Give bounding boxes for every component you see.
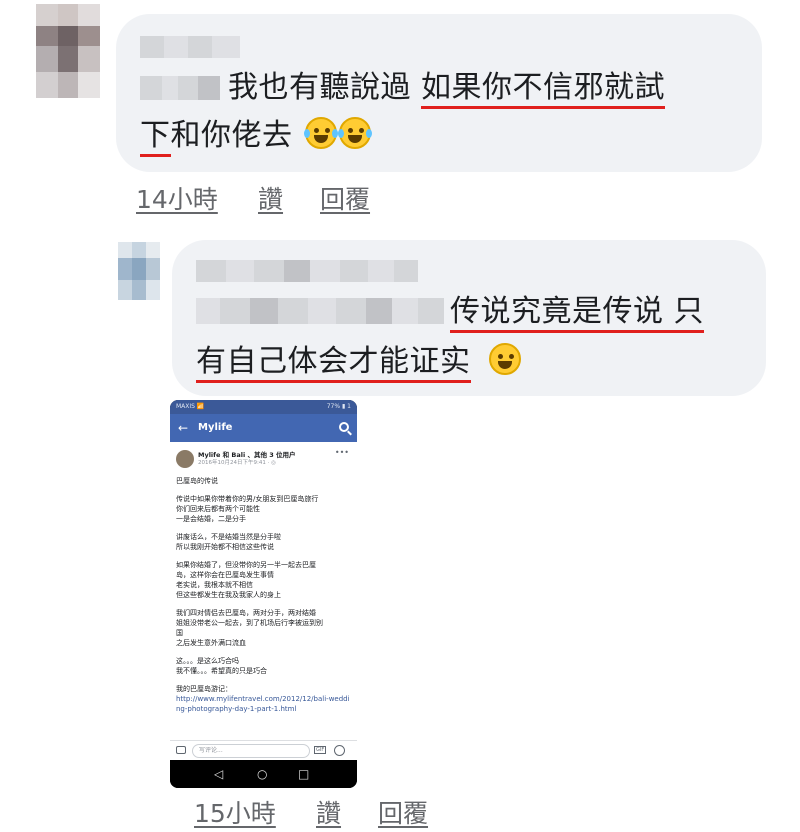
- comment2-text-underlined-1: 传说究竟是传说 只: [450, 294, 705, 333]
- phone-nav-bar: ◁ ○ □: [170, 760, 357, 788]
- post-paragraph: 这。。。是这么巧合吗 我不懂。。。希望真的只是巧合: [176, 657, 267, 675]
- comment1-text-underlined-2: 下: [140, 118, 171, 157]
- nav-home-icon: ○: [257, 767, 268, 781]
- phone-comment-input: 写评论...: [192, 744, 310, 758]
- comment1-text-underlined-1: 如果你不信邪就試: [421, 70, 666, 109]
- post-timestamp: 2016年10月24日下午9:41 · ◎: [198, 460, 276, 466]
- comment1-actions: 14小時 讚 回覆: [136, 180, 436, 214]
- camera-icon: [176, 746, 186, 754]
- phone-comment-bar: 写评论... GIF: [170, 740, 357, 760]
- commenter-avatar-2[interactable]: [118, 242, 160, 300]
- grin-emoji: [488, 343, 521, 375]
- post-paragraph: 我们四对情侣去巴厘岛，两对分手，两对结婚 姐姐没带老公一起去，到了机场后行李被运…: [176, 609, 323, 647]
- comment1-redacted-prefix: [140, 74, 220, 100]
- comment1-reply-button[interactable]: 回覆: [320, 180, 370, 216]
- comment1-timestamp[interactable]: 14小時: [136, 180, 218, 216]
- post-body: 巴厘岛的传说 传说中如果你带着你的男/女朋友到巴厘岛旅行 你们回来后都有两个可能…: [176, 476, 353, 722]
- commenter-name-2-redacted[interactable]: [196, 260, 418, 282]
- post-paragraph: 讲废话么，不是结婚当然是分手啦 所以我刚开始都不相信这些传说: [176, 533, 281, 551]
- post-paragraph: 传说中如果你带着你的男/女朋友到巴厘岛旅行 你们回来后都有两个可能性 一是会结婚…: [176, 495, 319, 523]
- joy-emoji: [337, 117, 372, 149]
- comment1-text-line2: 下和你佬去: [140, 112, 372, 160]
- post-avatar: [176, 450, 194, 468]
- sticker-icon: [334, 745, 345, 756]
- phone-carrier: MAXIS 📶: [176, 403, 205, 410]
- post-paragraph: 如果你结婚了，但没带你的另一半一起去巴厘 岛，这样你会在巴厘岛发生事情 老实说，…: [176, 561, 316, 599]
- comment1-text-line1: 我也有聽說過 如果你不信邪就試: [228, 64, 666, 112]
- phone-post: Mylife 和 Bali 、其他 3 位用户 2016年10月24日下午9:4…: [170, 442, 357, 760]
- post-paragraph: 我的巴厘岛游记：: [176, 685, 232, 693]
- comment2-text-underlined-2: 有自己体会才能证实: [196, 344, 471, 383]
- back-arrow-icon: ←: [178, 421, 189, 435]
- comment2-actions: 15小時 讚 回覆: [194, 794, 494, 828]
- comment2-timestamp[interactable]: 15小時: [194, 794, 276, 830]
- comment1-like-button[interactable]: 讚: [258, 180, 283, 216]
- comment2-text-line2: 有自己体会才能证实: [196, 338, 521, 386]
- post-paragraph: 巴厘岛的传说: [176, 477, 218, 485]
- comment1-text-plain: 我也有聽說過: [228, 70, 422, 105]
- attached-screenshot[interactable]: MAXIS 📶 77% ▮ 1 ← Mylife Mylife 和 Bali 、…: [170, 400, 357, 788]
- nav-back-icon: ◁: [214, 767, 224, 781]
- more-options-icon: •••: [334, 448, 349, 457]
- comment2-like-button[interactable]: 讚: [316, 794, 341, 830]
- gif-icon: GIF: [314, 746, 327, 754]
- joy-emoji: [303, 117, 338, 149]
- nav-recent-icon: □: [298, 767, 310, 781]
- comment2-reply-button[interactable]: 回覆: [378, 794, 428, 830]
- comment2-redacted-prefix: [196, 296, 444, 324]
- comment2-text-line1: 传说究竟是传说 只: [450, 288, 705, 336]
- post-link: http://www.mylifentravel.com/2012/12/bal…: [176, 695, 350, 713]
- phone-app-title: Mylife: [198, 422, 233, 433]
- commenter-avatar-1[interactable]: [36, 4, 100, 98]
- phone-status-bar: MAXIS 📶 77% ▮ 1: [170, 400, 357, 414]
- search-icon: [339, 422, 349, 432]
- comment1-text-rest: 和你佬去: [170, 118, 293, 153]
- commenter-name-1-redacted[interactable]: [140, 36, 240, 58]
- phone-app-bar: ← Mylife: [170, 414, 357, 442]
- phone-battery: 77% ▮ 1: [326, 403, 351, 410]
